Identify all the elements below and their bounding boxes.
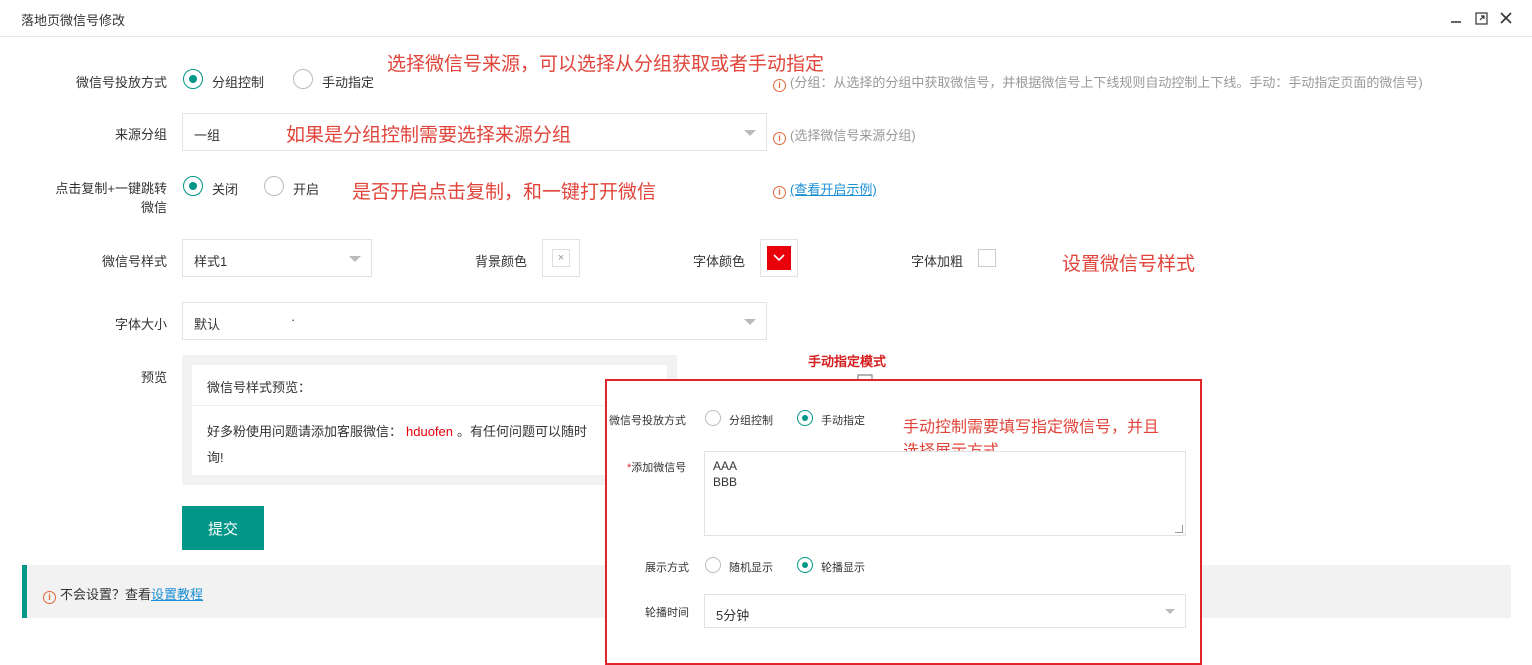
annotation-source: 选择微信号来源，可以选择从分组获取或者手动指定 <box>387 53 825 75</box>
minimize-icon[interactable] <box>1447 9 1465 27</box>
source-group-hint: i (选择微信号来源分组) <box>773 125 916 145</box>
radio-carousel[interactable] <box>797 557 813 573</box>
manual-mode-title: 手动指定模式 <box>808 354 887 369</box>
style-value: 样式1 <box>194 254 228 269</box>
interval-value: 5分钟 <box>716 608 750 623</box>
chevron-down-icon <box>767 246 791 270</box>
annotation-style: 设置微信号样式 <box>1062 253 1196 275</box>
dialog-title: 落地页微信号修改 <box>21 13 126 28</box>
manual-mode-panel: 微信号投放方式 分组控制 手动指定 手动控制需要填写指定微信号，并且 选择展示方… <box>605 379 1202 665</box>
interval-select[interactable]: 5分钟 <box>704 594 1186 628</box>
display-mode-label: 展示方式 <box>645 562 689 574</box>
manual-radio-group-label[interactable]: 分组控制 <box>729 412 773 428</box>
radio-manual[interactable] <box>293 69 313 89</box>
style-select[interactable]: 样式1 <box>182 239 372 277</box>
interval-label: 轮播时间 <box>645 607 689 619</box>
font-size-label: 字体大小 <box>114 317 167 332</box>
annotation-group: 如果是分组控制需要选择来源分组 <box>286 124 572 146</box>
delivery-label: 微信号投放方式 <box>75 75 167 90</box>
title-bar: 落地页微信号修改 <box>0 0 1532 37</box>
preview-text-line2: 询! <box>207 450 224 465</box>
wechat-line: BBB <box>713 475 738 489</box>
radio-copy-on[interactable] <box>264 176 284 196</box>
font-size-value: 默认 <box>194 317 221 332</box>
dialog: 落地页微信号修改 微信号投放方式 分组控制 手动指定 i (分组：从选择的分组中获… <box>0 0 1532 665</box>
preview-label: 预览 <box>140 370 167 385</box>
manual-radio-group[interactable] <box>705 410 721 426</box>
preview-divider <box>192 405 667 406</box>
font-size-extra: · <box>291 312 296 327</box>
radio-random[interactable] <box>705 557 721 573</box>
copy-jump-label: 点击复制+一键跳转 <box>55 181 167 196</box>
resize-handle-icon[interactable] <box>1175 525 1183 533</box>
info-icon: i <box>43 591 56 604</box>
chevron-down-icon <box>349 256 361 262</box>
tutorial-link[interactable]: 设置教程 <box>151 587 203 602</box>
radio-group-control[interactable] <box>183 69 203 89</box>
preview-inner: 微信号样式预览： 好多粉使用问题请添加客服微信： hduofen 。有任何问题可以随… <box>192 365 667 475</box>
empty-color-icon: × <box>552 249 570 267</box>
wechat-textarea[interactable]: AAA BBB <box>704 451 1186 536</box>
add-wechat-label: *添加微信号 <box>627 462 687 474</box>
manual-radio-manual[interactable] <box>797 410 813 426</box>
wechat-line: AAA <box>713 459 738 473</box>
chevron-down-icon <box>1165 609 1175 614</box>
source-group-value: 一组 <box>194 128 221 143</box>
info-icon: i <box>773 186 786 199</box>
bold-checkbox[interactable] <box>978 249 996 267</box>
radio-random-label[interactable]: 随机显示 <box>729 559 773 575</box>
style-label: 微信号样式 <box>101 254 167 269</box>
copy-jump-label-line2: 微信 <box>140 200 167 215</box>
tip-text: i 不会设置？查看设置教程 <box>43 584 203 604</box>
radio-copy-off[interactable] <box>183 176 203 196</box>
manual-radio-manual-label[interactable]: 手动指定 <box>821 412 865 428</box>
close-icon[interactable] <box>1497 9 1515 27</box>
bg-color-picker[interactable]: × <box>542 239 580 277</box>
maximize-icon[interactable] <box>1472 9 1490 27</box>
preview-wechat-id: hduofen <box>406 424 454 439</box>
bold-label: 字体加粗 <box>910 254 963 269</box>
source-group-label: 来源分组 <box>114 127 167 142</box>
radio-manual-label[interactable]: 手动指定 <box>322 72 374 91</box>
preview-title: 微信号样式预览： <box>207 380 312 395</box>
font-color-label: 字体颜色 <box>692 254 745 269</box>
submit-button[interactable]: 提交 <box>182 506 264 550</box>
info-icon: i <box>773 132 786 145</box>
example-link[interactable]: (查看开启示例) <box>790 182 877 197</box>
delivery-hint: i (分组：从选择的分组中获取微信号，并根据微信号上下线规则自动控制上下线。手动：… <box>773 72 1423 92</box>
copy-jump-hint: i (查看开启示例) <box>773 179 877 199</box>
radio-copy-on-label[interactable]: 开启 <box>293 179 319 198</box>
bg-color-label: 背景颜色 <box>474 254 527 269</box>
radio-carousel-label[interactable]: 轮播显示 <box>821 559 865 575</box>
annotation-copy: 是否开启点击复制，和一键打开微信 <box>352 181 657 203</box>
chevron-down-icon <box>744 130 756 136</box>
manual-delivery-label: 微信号投放方式 <box>609 415 686 427</box>
chevron-down-icon <box>744 319 756 325</box>
info-icon: i <box>773 79 786 92</box>
radio-group-control-label[interactable]: 分组控制 <box>212 72 264 91</box>
radio-copy-off-label[interactable]: 关闭 <box>212 179 238 198</box>
preview-box: 微信号样式预览： 好多粉使用问题请添加客服微信： hduofen 。有任何问题可以随… <box>182 355 677 485</box>
annotation-manual-1: 手动控制需要填写指定微信号，并且 <box>903 417 1160 436</box>
preview-text: 好多粉使用问题请添加客服微信： hduofen 。有任何问题可以随时 <box>207 424 588 439</box>
font-color-picker[interactable] <box>760 239 798 277</box>
font-size-select[interactable]: 默认 · <box>182 302 767 340</box>
